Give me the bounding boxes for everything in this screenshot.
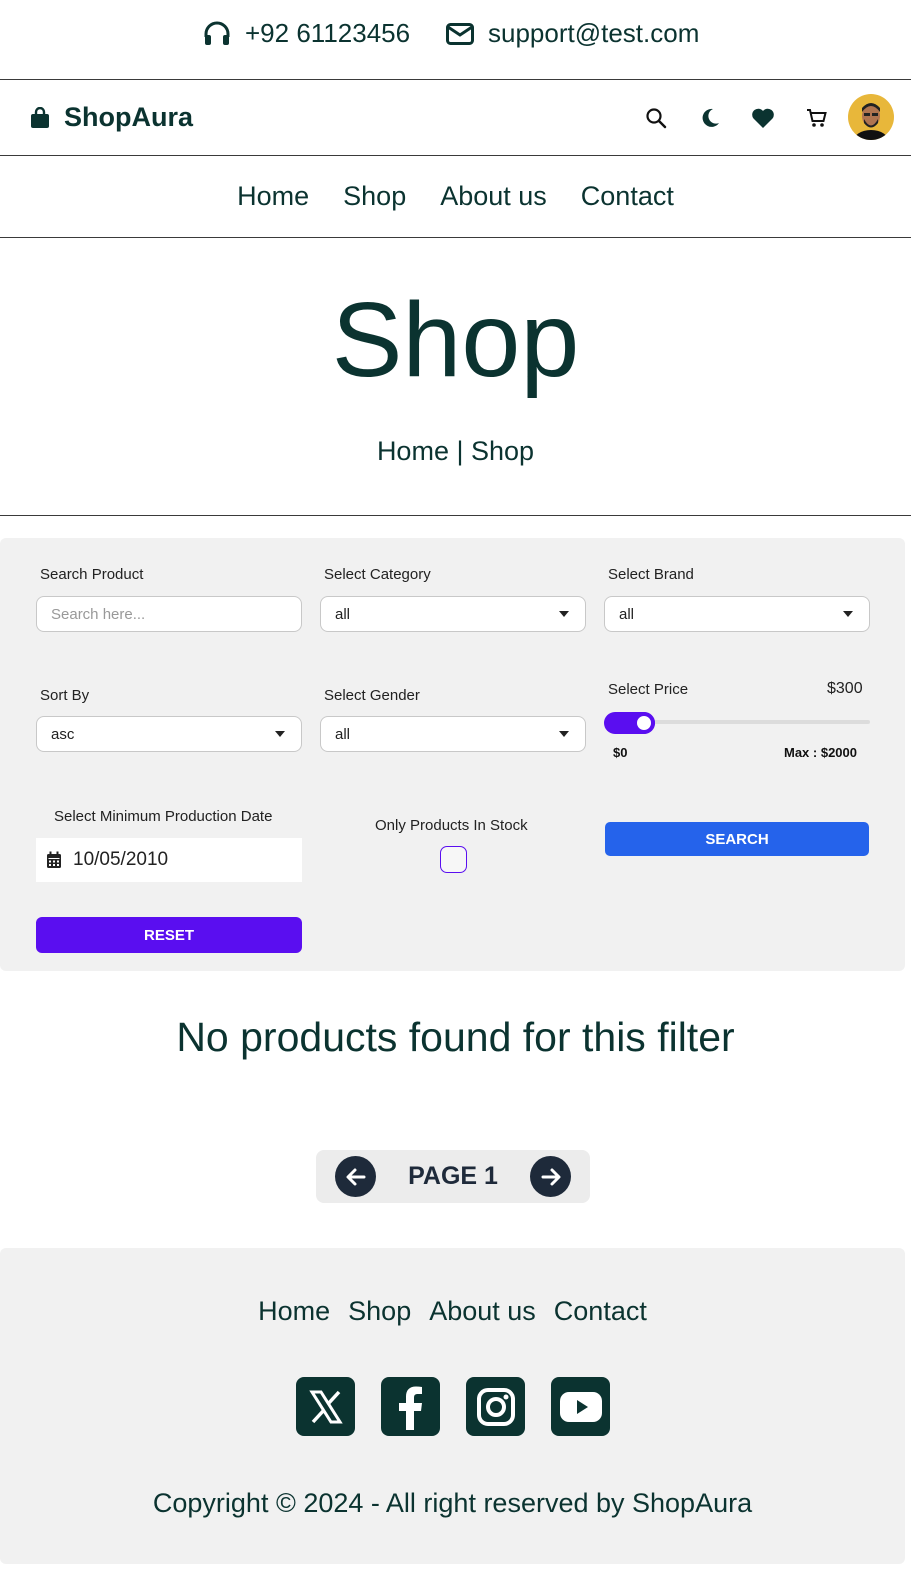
category-label: Select Category [324,566,431,583]
instagram-icon[interactable] [466,1377,525,1436]
user-avatar[interactable] [848,94,894,140]
shopping-bag-icon [31,106,49,128]
phone-contact: +92 61123456 [203,18,410,49]
breadcrumb: Home | Shop [376,436,535,466]
dark-mode-moon-icon[interactable] [698,106,722,130]
footer-nav-contact[interactable]: Contact [554,1296,647,1327]
nav-contact[interactable]: Contact [581,181,674,212]
production-date-input[interactable]: 10/05/2010 [36,838,302,882]
wishlist-heart-icon[interactable] [751,106,775,130]
sort-label: Sort By [40,687,90,704]
headset-icon [204,21,230,45]
price-min-label: $0 [613,745,628,760]
nav-home[interactable]: Home [237,181,309,212]
footer-nav-shop[interactable]: Shop [348,1296,411,1327]
contact-bar: +92 61123456 support@test.com [0,0,911,80]
price-slider-thumb[interactable] [632,712,655,734]
price-max-label: Max : $2000 [784,745,857,760]
envelope-icon [446,22,474,45]
brand-select[interactable]: all [604,596,870,632]
search-product-label: Search Product [40,566,144,583]
search-icon[interactable] [644,106,668,130]
gender-select[interactable]: all [320,716,586,752]
reset-button[interactable]: RESET [36,917,302,953]
category-select[interactable]: all [320,596,586,632]
search-button[interactable]: SEARCH [605,822,869,856]
brand-value: all [619,605,635,623]
copyright-text: Copyright © 2024 - All right reserved by… [152,1488,753,1518]
brand-label: Select Brand [608,566,694,583]
search-input[interactable]: Search here... [36,596,302,632]
page-title: Shop [331,281,580,399]
email-address: support@test.com [488,18,700,48]
price-value: $300 [827,680,863,697]
footer-nav: Home Shop About us Contact [0,1296,905,1327]
x-icon[interactable] [296,1377,355,1436]
sort-select[interactable]: asc [36,716,302,752]
facebook-icon[interactable] [381,1377,440,1436]
next-page-button[interactable] [530,1156,571,1197]
cart-icon[interactable] [805,106,829,130]
sort-value: asc [51,725,75,743]
gender-value: all [335,725,351,743]
footer-nav-home[interactable]: Home [258,1296,330,1327]
phone-number: +92 61123456 [245,18,411,48]
chevron-down-icon [559,731,569,737]
chevron-down-icon [275,731,285,737]
calendar-icon [47,851,61,868]
divider [0,515,911,516]
chevron-down-icon [559,611,569,617]
brand-name: ShopAura [64,102,194,132]
chevron-down-icon [843,611,853,617]
youtube-icon[interactable] [551,1377,610,1436]
in-stock-checkbox[interactable] [440,846,467,873]
production-date-value: 10/05/2010 [73,849,169,870]
arrow-right-icon [541,1168,560,1185]
empty-results-message: No products found for this filter [176,1014,735,1060]
production-date-label: Select Minimum Production Date [54,808,273,825]
footer-nav-about-us[interactable]: About us [429,1296,536,1327]
nav-shop[interactable]: Shop [343,181,406,212]
main-nav: Home Shop About us Contact [0,156,911,238]
price-label: Select Price [608,681,689,698]
nav-about-us[interactable]: About us [440,181,547,212]
email-contact: support@test.com [446,18,699,49]
category-value: all [335,605,351,623]
pagination: PAGE 1 [316,1150,590,1203]
in-stock-label: Only Products In Stock [375,817,528,834]
gender-label: Select Gender [324,687,420,704]
site-header: ShopAura [0,80,911,156]
brand-logo[interactable]: ShopAura [30,102,193,133]
